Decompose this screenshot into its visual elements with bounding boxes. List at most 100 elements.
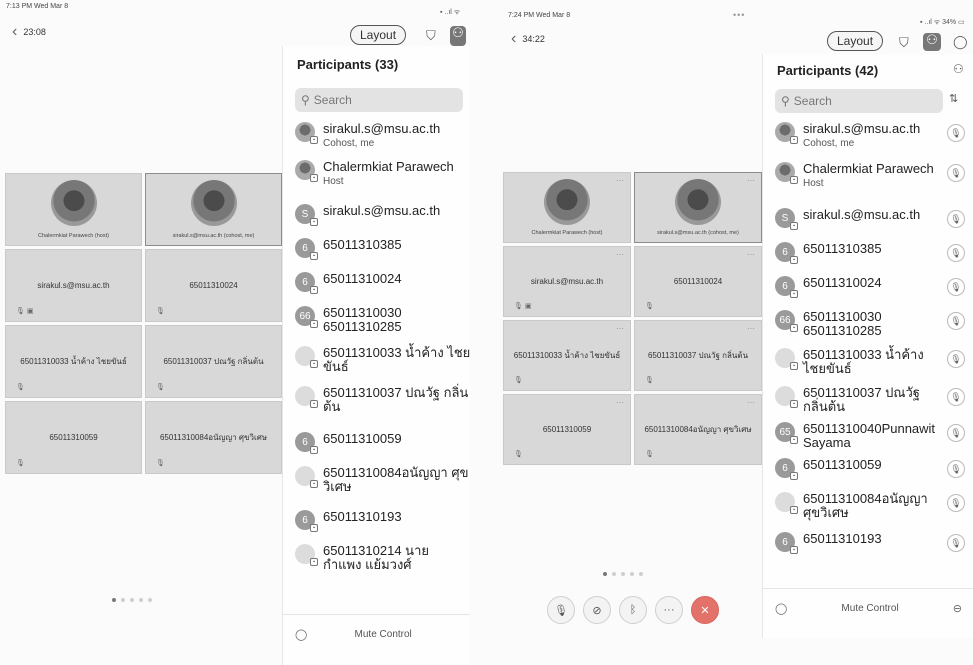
participant-row[interactable]: 6 ▪ 65011310193 🎙 bbox=[775, 532, 965, 554]
tile-caption: Chalermkiat Parawech (host) bbox=[38, 233, 109, 239]
mute-control-button[interactable]: Mute Control bbox=[307, 629, 459, 640]
video-tile[interactable]: 65011310024 🎙 bbox=[145, 249, 282, 322]
video-tile[interactable]: 65011310037 ปณวัฐ กลิ่นต้น 🎙 bbox=[145, 325, 282, 398]
participant-row[interactable]: 6 ▪ 65011310024 🎙 bbox=[775, 275, 965, 298]
tile-more-icon[interactable]: ··· bbox=[616, 250, 624, 259]
shield-icon[interactable]: ⛉ bbox=[426, 29, 436, 42]
tile-name: 65011310024 bbox=[673, 277, 723, 286]
participant-row[interactable]: ▪ sirakul.s@msu.ac.th Cohost, me 🎙 bbox=[775, 122, 965, 149]
participant-name: 65011310024 bbox=[803, 275, 882, 290]
mic-muted-icon[interactable]: 🎙 bbox=[947, 460, 965, 478]
video-tile[interactable]: 65011310024 🎙 ··· bbox=[634, 246, 762, 317]
page-dot[interactable] bbox=[112, 598, 116, 602]
participant-row[interactable]: 6 ▪ 65011310059 🎙 bbox=[775, 458, 965, 480]
page-dot[interactable] bbox=[139, 598, 143, 602]
back-chevron-icon[interactable]: ‹ bbox=[511, 31, 516, 47]
participant-row[interactable]: 6 ▪ 65011310385 🎙 bbox=[775, 242, 965, 264]
chat-icon[interactable]: ◯ bbox=[775, 602, 787, 615]
add-participant-icon[interactable]: ⚇ bbox=[953, 63, 964, 75]
page-dot[interactable] bbox=[639, 572, 643, 576]
participant-row[interactable]: 6 ▪ 65011310193 bbox=[295, 510, 470, 532]
video-tile[interactable]: 65011310033 น้ำค้าง ไชยขันธ์ 🎙 bbox=[5, 325, 142, 398]
mic-muted-icon[interactable]: 🎙 bbox=[947, 244, 965, 262]
status-time: 7:24 PM Wed Mar 8 bbox=[508, 12, 571, 19]
tile-more-icon[interactable]: ··· bbox=[616, 324, 624, 333]
participant-row[interactable]: ▪ sirakul.s@msu.ac.th Cohost, me bbox=[295, 122, 470, 149]
video-tile[interactable]: 65011310084อนัญญา ศุขวิเศษ 🎙 bbox=[145, 401, 282, 474]
video-tile[interactable]: 65011310084อนัญญา ศุขวิเศษ 🎙 ··· bbox=[634, 394, 762, 465]
mic-muted-icon[interactable]: 🎙 bbox=[947, 210, 965, 228]
video-tile[interactable]: Chalermkiat Parawech (host) ··· bbox=[503, 172, 631, 243]
shield-icon[interactable]: ⛉ bbox=[899, 36, 909, 49]
tile-more-icon[interactable]: ··· bbox=[616, 176, 624, 185]
more-icon[interactable]: ⊖ bbox=[953, 602, 962, 615]
participant-row[interactable]: 66 ▪ 65011310030 65011310285 🎙 bbox=[775, 310, 965, 337]
participant-row[interactable]: ▪ 65011310037 ปณวัฐ กลิ่นต้น bbox=[295, 386, 470, 413]
page-dot[interactable] bbox=[612, 572, 616, 576]
participant-row[interactable]: ▪ 65011310084อนัญญา ศุขวิเศษ 🎙 bbox=[775, 492, 965, 519]
chat-icon[interactable]: ◯ bbox=[953, 35, 968, 48]
layout-button[interactable]: Layout bbox=[350, 25, 407, 45]
chat-icon[interactable]: ◯ bbox=[295, 628, 307, 641]
end-call-icon[interactable]: ✕ bbox=[691, 596, 719, 624]
participant-row[interactable]: 6 ▪ 65011310059 bbox=[295, 432, 470, 454]
video-tile[interactable]: 65011310059 🎙 ··· bbox=[503, 394, 631, 465]
tile-more-icon[interactable]: ··· bbox=[747, 250, 755, 259]
participant-row[interactable]: ▪ 65011310033 น้ำค้าง ไชยขันธ์ 🎙 bbox=[775, 348, 965, 375]
participant-row[interactable]: ▪ 65011310214 นาย กำแพง แย้มวงศ์ bbox=[295, 544, 470, 571]
search-input[interactable]: ⚲ Search bbox=[775, 89, 943, 113]
back-timer[interactable]: ‹ 23:08 bbox=[12, 24, 46, 40]
participant-row[interactable]: 6 ▪ 65011310024 bbox=[295, 272, 470, 294]
mic-muted-icon[interactable]: 🎙 bbox=[947, 424, 965, 442]
video-tile[interactable]: Chalermkiat Parawech (host) bbox=[5, 173, 142, 246]
tile-more-icon[interactable]: ··· bbox=[747, 176, 755, 185]
layout-button[interactable]: Layout bbox=[827, 31, 884, 51]
search-input[interactable]: ⚲ Search bbox=[295, 88, 463, 112]
participant-row[interactable]: ▪ 65011310084อนัญญา ศุขวิเศษ bbox=[295, 466, 470, 493]
video-tile[interactable]: 65011310059 🎙 bbox=[5, 401, 142, 474]
video-off-icon[interactable]: ⊘ bbox=[583, 596, 611, 624]
mic-muted-icon[interactable]: 🎙 bbox=[947, 494, 965, 512]
video-tile[interactable]: sirakul.s@msu.ac.th (cohost, me) bbox=[145, 173, 282, 246]
participant-row[interactable]: 6 ▪ 65011310385 bbox=[295, 238, 470, 260]
participants-icon[interactable]: ⚇ bbox=[450, 26, 466, 46]
video-tile[interactable]: sirakul.s@msu.ac.th 🎙 ▣ ··· bbox=[503, 246, 631, 317]
avatar: 66 ▪ bbox=[295, 306, 318, 328]
participant-row[interactable]: ▪ 65011310033 น้ำค้าง ไชยขันธ์ bbox=[295, 346, 470, 373]
video-tile[interactable]: 65011310037 ปณวัฐ กลิ่นต้น 🎙 ··· bbox=[634, 320, 762, 391]
participant-row[interactable]: ▪ Chalermkiat Parawech Host 🎙 bbox=[775, 162, 965, 189]
back-chevron-icon[interactable]: ‹ bbox=[12, 24, 17, 40]
tile-more-icon[interactable]: ··· bbox=[747, 398, 755, 407]
video-tile[interactable]: sirakul.s@msu.ac.th 🎙 ▣ bbox=[5, 249, 142, 322]
page-dot[interactable] bbox=[121, 598, 125, 602]
page-dot[interactable] bbox=[603, 572, 607, 576]
mic-muted-icon[interactable]: 🎙 bbox=[947, 278, 965, 296]
participant-row[interactable]: 66 ▪ 65011310030 65011310285 bbox=[295, 306, 470, 333]
more-icon[interactable]: ··· bbox=[655, 596, 683, 624]
page-dot[interactable] bbox=[130, 598, 134, 602]
participant-row[interactable]: S ▪ sirakul.s@msu.ac.th bbox=[295, 204, 470, 226]
mic-muted-icon[interactable]: 🎙 bbox=[947, 124, 965, 142]
sort-icon[interactable]: ⇅ bbox=[949, 94, 958, 105]
mic-muted-icon[interactable]: 🎙 bbox=[947, 164, 965, 182]
participant-row[interactable]: 65 ▪ 65011310040Punnawit Sayama 🎙 bbox=[775, 422, 965, 449]
video-tile[interactable]: 65011310033 น้ำค้าง ไชยขันธ์ 🎙 ··· bbox=[503, 320, 631, 391]
participant-row[interactable]: ▪ Chalermkiat Parawech Host bbox=[295, 160, 470, 187]
participant-row[interactable]: ▪ 65011310037 ปณวัฐ กลิ่นต้น 🎙 bbox=[775, 386, 965, 413]
mic-icon[interactable]: 🎙 bbox=[547, 596, 575, 624]
bluetooth-icon[interactable]: ᛒ bbox=[619, 596, 647, 624]
mute-control-button[interactable]: Mute Control bbox=[787, 603, 952, 614]
page-dot[interactable] bbox=[621, 572, 625, 576]
mic-muted-icon[interactable]: 🎙 bbox=[947, 534, 965, 552]
page-dot[interactable] bbox=[148, 598, 152, 602]
video-tile[interactable]: sirakul.s@msu.ac.th (cohost, me) ··· bbox=[634, 172, 762, 243]
tile-more-icon[interactable]: ··· bbox=[747, 324, 755, 333]
mic-muted-icon[interactable]: 🎙 bbox=[947, 312, 965, 330]
mic-muted-icon[interactable]: 🎙 bbox=[947, 350, 965, 368]
mic-muted-icon[interactable]: 🎙 bbox=[947, 388, 965, 406]
tile-more-icon[interactable]: ··· bbox=[616, 398, 624, 407]
participants-icon[interactable]: ⚇ bbox=[923, 33, 941, 51]
page-dot[interactable] bbox=[630, 572, 634, 576]
participant-row[interactable]: S ▪ sirakul.s@msu.ac.th 🎙 bbox=[775, 208, 965, 230]
back-timer[interactable]: ‹ 34:22 bbox=[511, 31, 545, 47]
